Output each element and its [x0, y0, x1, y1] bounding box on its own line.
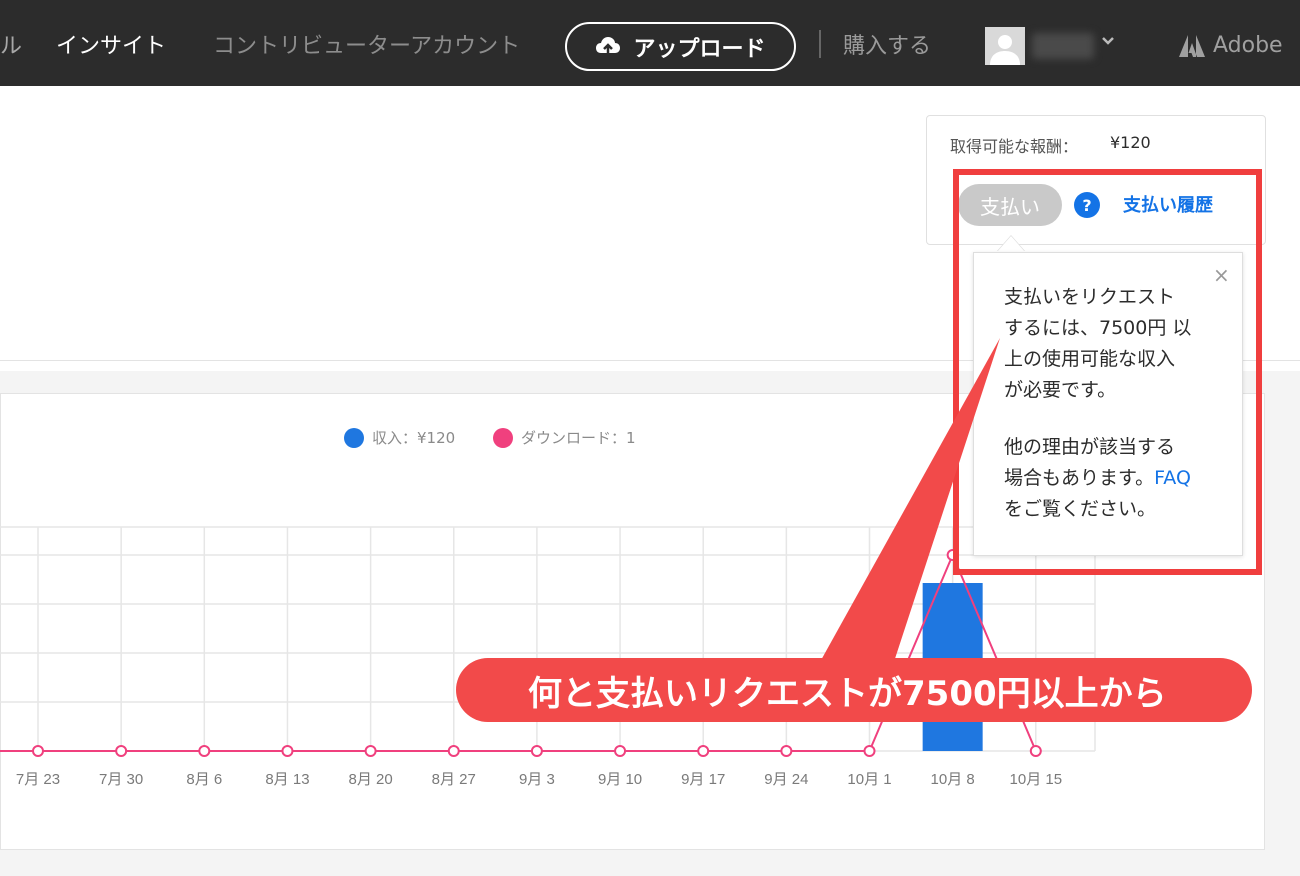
annotation-callout: 何と支払いリクエストが7500円以上から: [456, 658, 1252, 722]
callout-pointer: [810, 338, 1000, 680]
